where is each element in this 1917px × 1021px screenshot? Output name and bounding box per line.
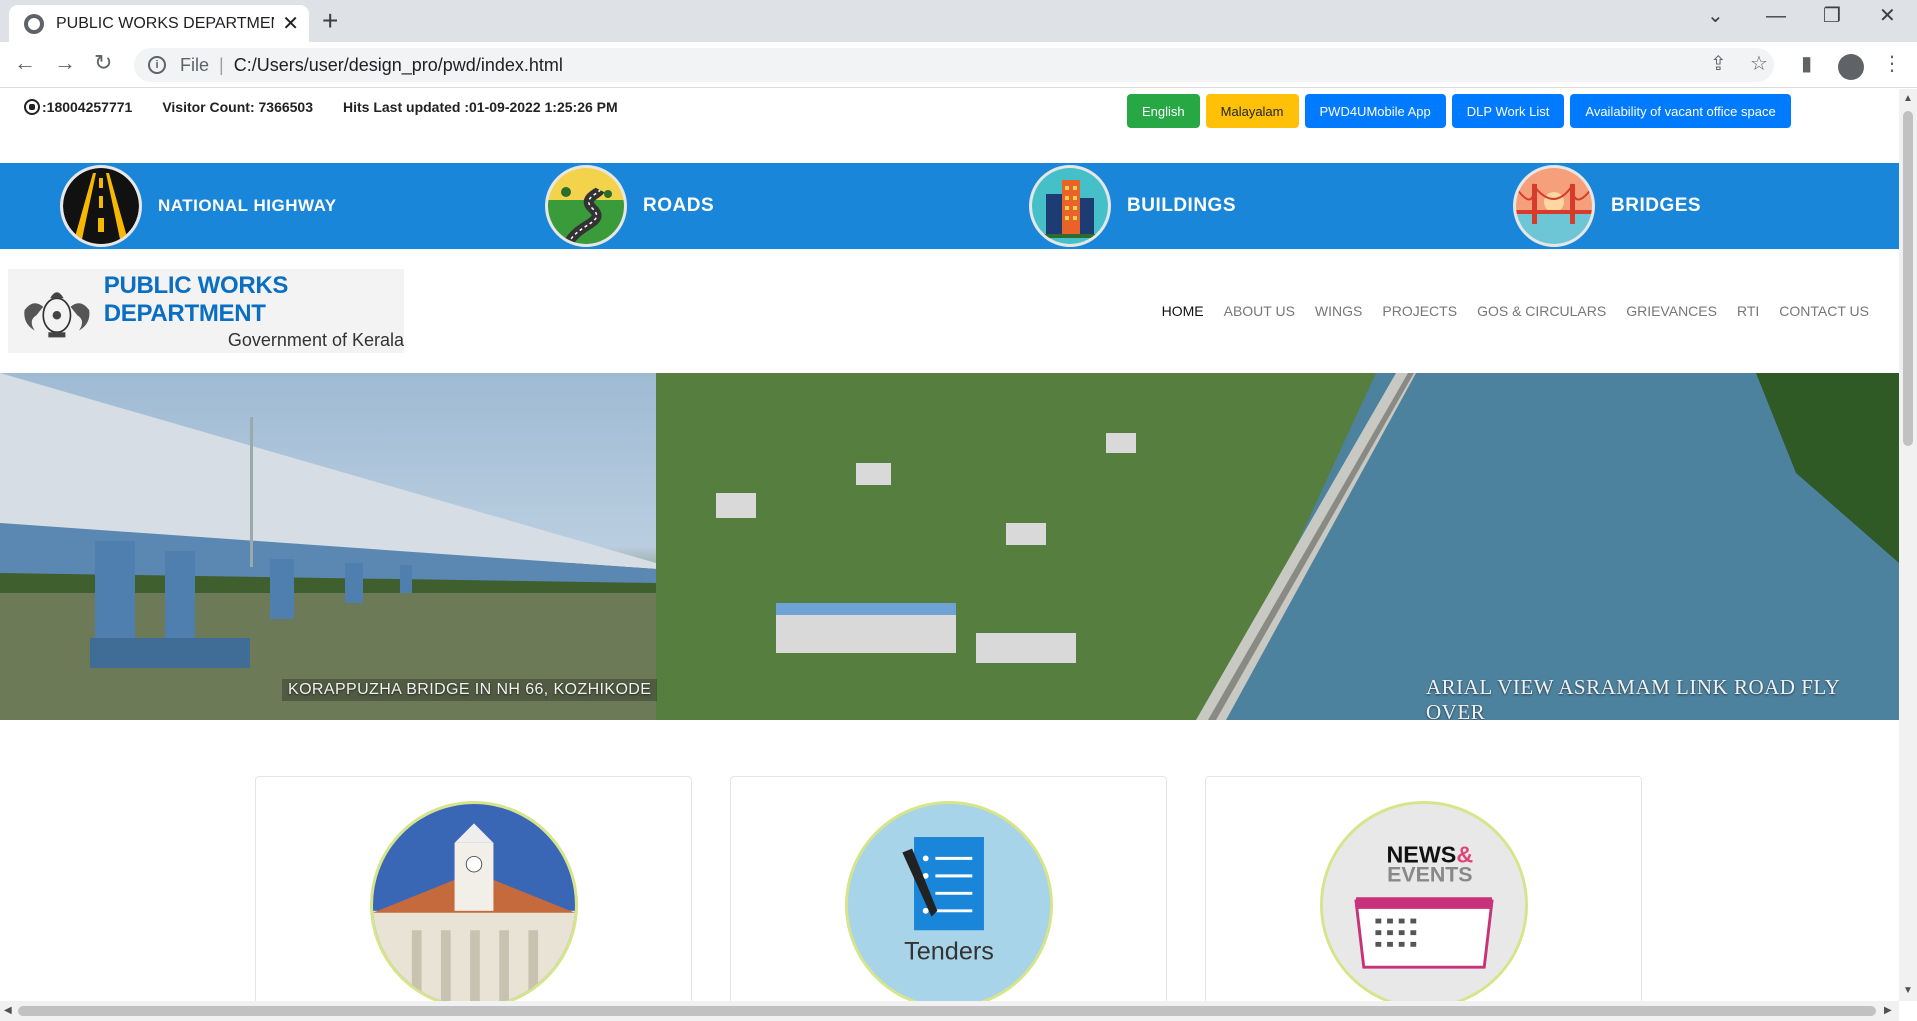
profile-avatar-icon[interactable] — [1838, 54, 1864, 80]
events-text: EVENTS — [1387, 863, 1472, 887]
nav-gos-circulars[interactable]: GOS & CIRCULARS — [1477, 303, 1606, 319]
banner-left-caption: KORAPPUZHA BRIDGE IN NH 66, KOZHIKODE — [282, 679, 658, 701]
category-label: BRIDGES — [1611, 195, 1702, 216]
scroll-right-icon[interactable]: ▶ — [1884, 1005, 1892, 1016]
bridge-icon — [1513, 165, 1595, 247]
tenders-image: Tenders — [844, 801, 1053, 1001]
nav-home[interactable]: HOME — [1162, 303, 1204, 319]
category-roads[interactable]: ROADS — [545, 163, 714, 249]
url-separator: | — [219, 54, 224, 75]
road-icon — [545, 165, 627, 247]
browser-tab-strip: PUBLIC WORKS DEPARTMENT| G ✕ + ⌄ — ❐ ✕ — [0, 0, 1917, 42]
globe-icon — [24, 13, 44, 34]
kerala-emblem-icon — [24, 292, 90, 338]
reload-icon[interactable]: ↻ — [94, 52, 112, 74]
minimize-icon[interactable]: — — [1766, 6, 1786, 26]
nav-grievances[interactable]: GRIEVANCES — [1626, 303, 1717, 319]
malayalam-button[interactable]: Malayalam — [1205, 94, 1299, 128]
nav-projects[interactable]: PROJECTS — [1382, 303, 1457, 319]
english-button[interactable]: English — [1127, 94, 1200, 128]
back-icon[interactable]: ← — [14, 52, 36, 74]
highway-icon — [60, 165, 142, 247]
tab-search-icon[interactable]: ⌄ — [1707, 6, 1724, 26]
logo-subtitle: Government of Kerala — [227, 329, 404, 350]
tenders-card[interactable]: Tenders — [730, 776, 1167, 1001]
buildings-icon — [1029, 165, 1111, 247]
category-label: BUILDINGS — [1127, 195, 1236, 216]
news-events-card[interactable]: NEWS& EVENTS — [1205, 776, 1642, 1001]
vertical-scroll-thumb[interactable] — [1903, 111, 1913, 446]
site-info-icon[interactable]: i — [148, 56, 166, 74]
vacant-office-space-button[interactable]: Availability of vacant office space — [1570, 94, 1791, 128]
tenders-text: Tenders — [904, 937, 994, 965]
korappuzha-bridge-image — [0, 373, 656, 720]
forward-icon[interactable]: → — [54, 52, 76, 74]
bookmark-star-icon[interactable]: ☆ — [1750, 54, 1768, 74]
scroll-up-icon[interactable]: ▲ — [1903, 93, 1913, 104]
top-links: English Malayalam PWD4UMobile App DLP Wo… — [1127, 94, 1791, 128]
close-window-icon[interactable]: ✕ — [1879, 6, 1896, 26]
news-events-image: NEWS& EVENTS — [1319, 801, 1528, 1001]
horizontal-scrollbar[interactable]: ◀ ▶ — [0, 1001, 1899, 1021]
hero-banner: KORAPPUZHA BRIDGE IN NH 66, KOZHIKODE AR… — [0, 373, 1899, 720]
browser-tab[interactable]: PUBLIC WORKS DEPARTMENT| G ✕ — [9, 5, 309, 42]
visitor-count: Visitor Count: 7366503 — [162, 99, 313, 115]
category-buildings[interactable]: BUILDINGS — [1029, 163, 1236, 249]
share-icon[interactable]: ⇪ — [1710, 54, 1727, 74]
category-bar: NATIONAL HIGHWAY ROADS BUILDINGS BRIDGES — [0, 163, 1899, 249]
nav-rti[interactable]: RTI — [1737, 303, 1759, 319]
secretariat-image — [369, 801, 578, 1001]
scroll-left-icon[interactable]: ◀ — [4, 1005, 12, 1016]
helpline: :18004257771 — [24, 99, 132, 115]
main-nav: HOME ABOUT US WINGS PROJECTS GOS & CIRCU… — [1162, 303, 1869, 319]
close-tab-icon[interactable]: ✕ — [282, 14, 299, 34]
new-tab-button[interactable]: + — [322, 7, 338, 35]
helpline-number: :18004257771 — [42, 99, 133, 115]
browser-toolbar: ← → ↻ i File | C:/Users/user/design_pro/… — [0, 42, 1917, 88]
url-text[interactable]: C:/Users/user/design_pro/pwd/index.html — [234, 55, 563, 76]
menu-kebab-icon[interactable]: ⋮ — [1882, 54, 1902, 74]
side-panel-icon[interactable]: ▮ — [1801, 54, 1812, 74]
banner-right-caption: ARIAL VIEW ASRAMAM LINK ROAD FLY OVER — [1426, 675, 1840, 720]
nav-contact-us[interactable]: CONTACT US — [1779, 303, 1869, 319]
logo-title: PUBLIC WORKS DEPARTMENT — [103, 271, 289, 327]
logo-text: PUBLIC WORKS DEPARTMENT Government of Ke… — [104, 272, 404, 351]
scroll-down-icon[interactable]: ▼ — [1903, 985, 1913, 996]
url-scheme: File — [180, 54, 210, 75]
secretariat-card[interactable] — [255, 776, 692, 1001]
vertical-scrollbar[interactable]: ▲ ▼ — [1899, 89, 1917, 1001]
horizontal-scroll-thumb[interactable] — [18, 1006, 1876, 1016]
nav-about-us[interactable]: ABOUT US — [1224, 303, 1295, 319]
restore-icon[interactable]: ❐ — [1823, 6, 1841, 26]
asramam-flyover-image — [656, 373, 1899, 720]
hits-last-updated: Hits Last updated :01-09-2022 1:25:26 PM — [343, 99, 618, 115]
mobile-app-button[interactable]: PWD4UMobile App — [1304, 94, 1446, 128]
whatsapp-icon — [24, 99, 40, 115]
tab-title: PUBLIC WORKS DEPARTMENT| G — [56, 14, 274, 32]
nav-wings[interactable]: WINGS — [1315, 303, 1362, 319]
dlp-work-list-button[interactable]: DLP Work List — [1451, 94, 1565, 128]
category-label: ROADS — [643, 195, 715, 216]
category-label: NATIONAL HIGHWAY — [158, 196, 337, 215]
address-bar[interactable]: i File | C:/Users/user/design_pro/pwd/in… — [134, 48, 1774, 82]
page-viewport: :18004257771 Visitor Count: 7366503 Hits… — [0, 89, 1899, 1001]
category-national-highway[interactable]: NATIONAL HIGHWAY — [60, 163, 337, 249]
pwd-logo[interactable]: PUBLIC WORKS DEPARTMENT Government of Ke… — [8, 269, 404, 353]
category-bridges[interactable]: BRIDGES — [1513, 163, 1701, 249]
top-info-strip: :18004257771 Visitor Count: 7366503 Hits… — [24, 99, 618, 115]
